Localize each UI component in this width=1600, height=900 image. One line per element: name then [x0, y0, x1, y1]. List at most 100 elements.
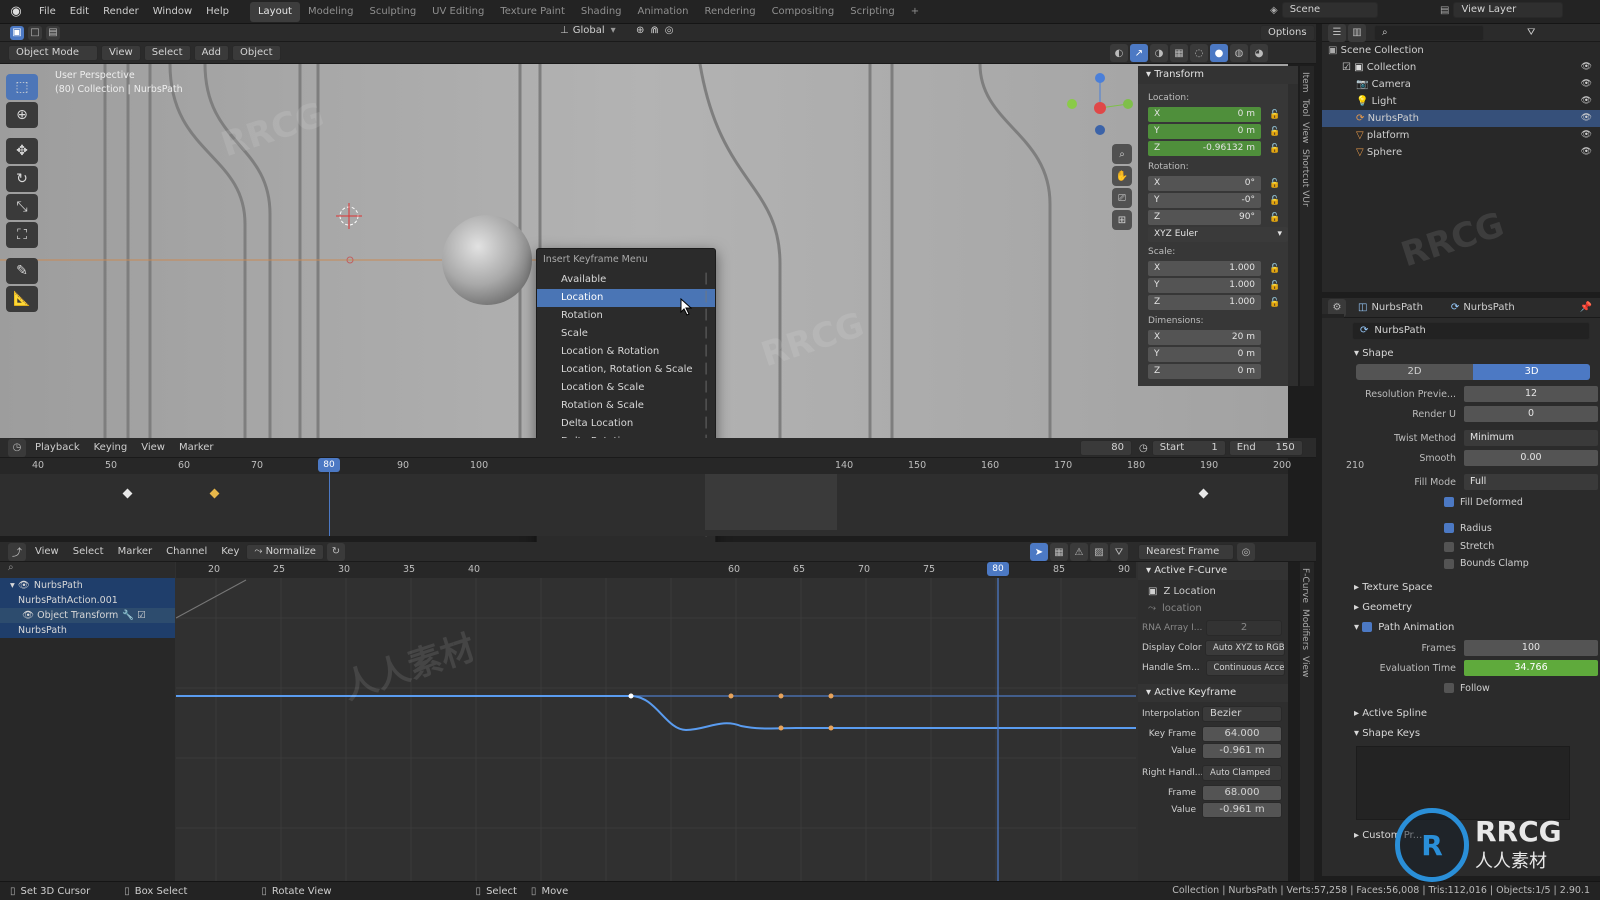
render-u-field[interactable]: 0	[1464, 406, 1598, 422]
pin-icon[interactable]: 📌	[1580, 302, 1592, 313]
current-frame-field[interactable]: 80	[1080, 440, 1132, 456]
eye-icon[interactable]: 👁	[1581, 144, 1592, 161]
sidebar-tab-view[interactable]: View	[1300, 122, 1310, 143]
viewport-menu-view[interactable]: View	[101, 44, 141, 61]
graph-tab-view[interactable]: View	[1300, 656, 1310, 677]
fcurve-canvas[interactable]	[176, 578, 1136, 881]
zoom-icon[interactable]: ⌕	[1112, 144, 1132, 164]
rotation-lock-icon[interactable]: 🔓	[1269, 179, 1280, 189]
shape-keys-section[interactable]: ▾ Shape Keys	[1350, 724, 1600, 744]
active-keyframe-header[interactable]: ▾ Active Keyframe	[1138, 684, 1288, 702]
channel-action[interactable]: NurbsPathAction.001	[0, 593, 175, 608]
3d-toggle[interactable]: 3D	[1473, 364, 1590, 380]
properties-object-name[interactable]: NurbsPath	[1371, 302, 1422, 313]
display-color-dropdown[interactable]: Auto XYZ to RGB	[1205, 640, 1285, 656]
scale-z-field[interactable]: Z 1.000	[1148, 295, 1261, 310]
key-value-field[interactable]: -0.961 m	[1202, 743, 1282, 759]
key-frame-field[interactable]: 64.000	[1202, 726, 1282, 742]
normalize-refresh-icon[interactable]: ↻	[326, 542, 345, 561]
texture-space-section[interactable]: ▸ Texture Space	[1350, 578, 1600, 598]
scale-x-field[interactable]: X 1.000	[1148, 261, 1261, 276]
scale-lock-icon[interactable]: 🔓	[1269, 264, 1280, 274]
channel-nurbspath-object[interactable]: ▾ 👁 NurbsPath	[0, 578, 175, 593]
timeline-keyframe[interactable]	[1198, 488, 1209, 499]
stretch-checkbox[interactable]: Stretch	[1350, 538, 1600, 555]
timeline-playhead-label[interactable]: 80	[318, 458, 340, 472]
timeline-area[interactable]: 405060708090100140150160170180190200210 …	[0, 458, 1364, 536]
rotate-tool-icon[interactable]: ↻	[6, 166, 38, 192]
rotation-y-field[interactable]: Y -0°	[1148, 193, 1261, 208]
menu-render[interactable]: Render	[96, 0, 146, 24]
transform-tool-icon[interactable]: ⛶	[6, 222, 38, 248]
gizmo-icon[interactable]: ↗	[1130, 44, 1148, 62]
shape-section-header[interactable]: ▾ Shape	[1350, 344, 1600, 364]
outliner-item-light[interactable]: 💡 Light 👁	[1322, 93, 1600, 110]
render-shading-icon[interactable]: ◕	[1250, 44, 1268, 62]
timeline-menu-view[interactable]: View	[134, 436, 172, 460]
properties-data-name[interactable]: NurbsPath	[1463, 302, 1514, 313]
workspace-tab-shading[interactable]: Shading	[573, 2, 630, 22]
proportional-icon[interactable]: ◎	[1237, 543, 1255, 561]
timeline-menu-marker[interactable]: Marker	[172, 436, 221, 460]
transform-orientation[interactable]: ⊥ Global ▾	[560, 25, 616, 36]
visibility-icon[interactable]: ◐	[1110, 44, 1128, 62]
2d-toggle[interactable]: 2D	[1356, 364, 1473, 380]
handle-value-field[interactable]: -0.961 m	[1202, 802, 1282, 818]
evaluation-time-field[interactable]: 34.766	[1464, 660, 1598, 676]
twist-method-dropdown[interactable]: Minimum	[1464, 430, 1598, 446]
outliner-item-nurbspath[interactable]: ⟳ NurbsPath 👁	[1322, 110, 1600, 127]
smooth-field[interactable]: 0.00	[1464, 450, 1598, 466]
graph-menu-select[interactable]: Select	[66, 540, 111, 564]
only-errors-icon[interactable]: ⚠	[1070, 543, 1088, 561]
sidebar-tab-shortcut-vur[interactable]: Shortcut VUr	[1300, 149, 1310, 207]
graph-menu-key[interactable]: Key	[214, 540, 246, 564]
path-animation-section[interactable]: ▾ Path Animation	[1350, 618, 1600, 638]
follow-checkbox[interactable]: Follow	[1350, 678, 1600, 698]
orientation-value[interactable]: Global	[573, 25, 605, 36]
transform-panel-title[interactable]: ▾ Transform	[1138, 66, 1298, 84]
outliner-item-collection[interactable]: ☑ ▣ Collection 👁	[1322, 59, 1600, 76]
eye-icon[interactable]: 👁	[1581, 110, 1592, 127]
workspace-tab-layout[interactable]: Layout	[249, 1, 300, 22]
eye-icon[interactable]: 👁	[1581, 76, 1592, 93]
workspace-tab-animation[interactable]: Animation	[630, 2, 697, 22]
rotation-z-field[interactable]: Z 90°	[1148, 210, 1261, 225]
eye-icon[interactable]: ▾ 👁	[10, 578, 30, 593]
select-tool-icon[interactable]: ⬚	[6, 74, 38, 100]
move-tool-icon[interactable]: ✥	[6, 138, 38, 164]
annotate-tool-icon[interactable]: ✎	[6, 258, 38, 284]
graph-menu-channel[interactable]: Channel	[159, 540, 214, 564]
show-hidden-icon[interactable]: ▦	[1050, 543, 1068, 561]
location-lock-icon[interactable]: 🔓	[1269, 110, 1280, 120]
outliner-item-sphere[interactable]: ▽ Sphere 👁	[1322, 144, 1600, 161]
scene-name[interactable]: Scene	[1281, 2, 1378, 18]
timeline-keyframe[interactable]	[209, 488, 220, 499]
outliner-search-input[interactable]: ⌕	[1374, 24, 1484, 41]
outliner-item-camera[interactable]: 📷 Camera 👁	[1322, 76, 1600, 93]
outliner-item-platform[interactable]: ▽ platform 👁	[1322, 127, 1600, 144]
graph-editor[interactable]: ⌕ 202530354060657075808590 80	[0, 562, 1288, 881]
workspace-tab-modeling[interactable]: Modeling	[300, 2, 362, 22]
eye-icon[interactable]: 👁	[1581, 93, 1592, 110]
view-layer-selector[interactable]: ▤ View Layer	[1440, 2, 1566, 18]
camera-view-icon[interactable]: ⎚	[1112, 188, 1132, 208]
object-mode-dropdown[interactable]: Object Mode	[8, 44, 98, 61]
cursor-tool-icon[interactable]: ⊕	[6, 102, 38, 128]
viewport-menu-select[interactable]: Select	[143, 44, 191, 61]
scale-lock-icon[interactable]: 🔓	[1269, 298, 1280, 308]
outliner-editor-icon[interactable]: ☰	[1328, 23, 1346, 42]
channel-search[interactable]: ⌕	[0, 562, 175, 578]
graph-menu-view[interactable]: View	[28, 540, 66, 564]
menu-file[interactable]: File	[32, 0, 63, 24]
snap-mode-dropdown[interactable]: Nearest Frame	[1138, 544, 1234, 560]
options-dropdown[interactable]: Options	[1260, 25, 1315, 41]
active-spline-section[interactable]: ▸ Active Spline	[1350, 704, 1600, 724]
bounds-clamp-checkbox[interactable]: Bounds Clamp	[1350, 555, 1600, 572]
interpolation-dropdown[interactable]: Bezier	[1202, 706, 1282, 722]
normalize-toggle[interactable]: ⤳ Normalize	[246, 543, 324, 560]
graph-tab-f-curve[interactable]: F-Curve	[1300, 568, 1310, 603]
channel-nurbspath-data[interactable]: NurbsPath	[0, 623, 175, 638]
graph-tab-modifiers[interactable]: Modifiers	[1300, 609, 1310, 650]
graph-playhead-label[interactable]: 80	[987, 562, 1009, 576]
menu-item-location-rotation-scale[interactable]: Location, Rotation & Scale │	[537, 361, 715, 379]
